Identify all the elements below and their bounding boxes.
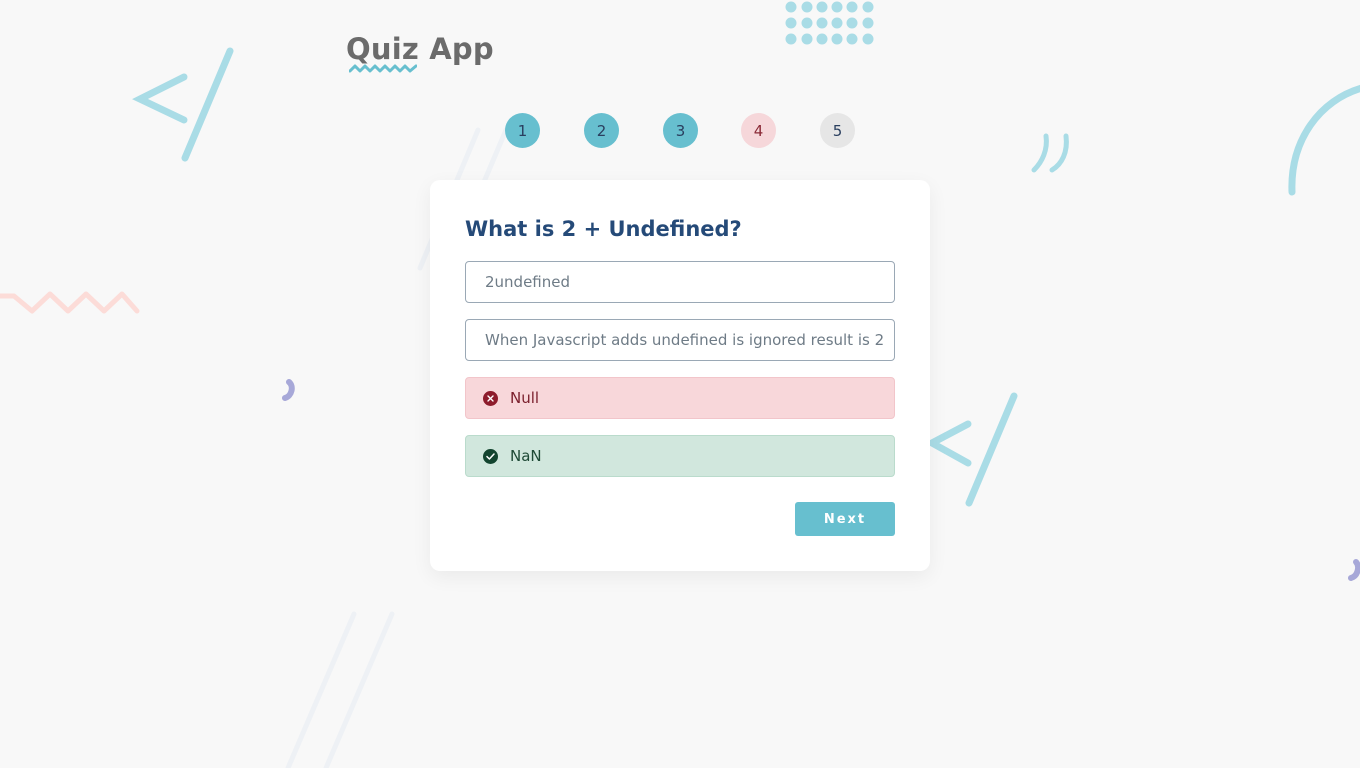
step-label: 2 <box>596 121 607 140</box>
answer-option-label: 2undefined <box>485 273 571 291</box>
step-3[interactable]: 3 <box>663 113 698 148</box>
step-4[interactable]: 4 <box>741 113 776 148</box>
app-title: Quiz App <box>346 32 494 66</box>
answer-option-label: NaN <box>510 447 542 465</box>
quiz-page: Quiz App 1 2 3 4 5 What is 2 + Undefined… <box>0 0 1360 768</box>
step-label: 1 <box>517 121 528 140</box>
answer-option-wrong[interactable]: Null <box>465 377 895 419</box>
answer-option-correct[interactable]: NaN <box>465 435 895 477</box>
next-button[interactable]: Next <box>795 502 895 536</box>
arc-decoration <box>1288 84 1360 196</box>
answer-option-label: Null <box>510 389 540 407</box>
question-stepper: 1 2 3 4 5 <box>505 113 865 149</box>
blob-decoration <box>282 379 295 401</box>
step-5[interactable]: 5 <box>820 113 855 148</box>
code-bracket-icon <box>924 392 1018 507</box>
step-label: 3 <box>675 121 686 140</box>
step-label: 5 <box>832 121 843 140</box>
code-bracket-icon <box>132 47 234 162</box>
answer-option-label: When Javascript adds undefined is ignore… <box>485 331 885 349</box>
question-title: What is 2 + Undefined? <box>465 217 742 241</box>
answer-options: 2undefined When Javascript adds undefine… <box>465 261 895 477</box>
quote-marks-decoration <box>1031 133 1069 173</box>
diagonal-lines-decoration <box>285 611 395 768</box>
quiz-card: What is 2 + Undefined? 2undefined When J… <box>430 180 930 571</box>
answer-option[interactable]: When Javascript adds undefined is ignore… <box>465 319 895 361</box>
x-circle-icon <box>483 390 498 406</box>
step-label: 4 <box>753 121 764 140</box>
zigzag-decoration <box>0 291 140 314</box>
blob-decoration <box>1348 559 1360 581</box>
answer-option[interactable]: 2undefined <box>465 261 895 303</box>
check-circle-icon <box>483 448 498 464</box>
step-1[interactable]: 1 <box>505 113 540 148</box>
wave-underline-icon <box>349 64 417 73</box>
app-brand: Quiz App <box>346 30 494 80</box>
dot-grid-decoration <box>785 1 874 45</box>
step-2[interactable]: 2 <box>584 113 619 148</box>
